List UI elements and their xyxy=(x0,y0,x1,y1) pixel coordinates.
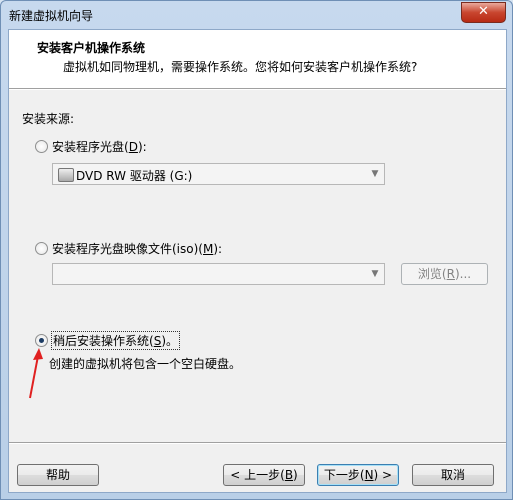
iso-image-label-pre: 安装程序光盘映像文件(iso)( xyxy=(52,242,203,256)
help-button[interactable]: 帮助 xyxy=(17,464,99,486)
annotation-arrow-shaft xyxy=(29,355,39,399)
installer-disc-label[interactable]: 安装程序光盘(D): xyxy=(52,138,147,155)
next-label-pre: 下一步( xyxy=(323,468,365,482)
page-subtitle: 虚拟机如同物理机，需要操作系统。您将如何安装客户机操作系统? xyxy=(63,60,418,74)
wizard-header: 安装客户机操作系统 虚拟机如同物理机，需要操作系统。您将如何安装客户机操作系统? xyxy=(9,30,506,89)
install-later-label-post: )。 xyxy=(161,334,178,348)
wizard-client-area: 安装客户机操作系统 虚拟机如同物理机，需要操作系统。您将如何安装客户机操作系统?… xyxy=(8,29,507,493)
radio-iso-image[interactable] xyxy=(35,242,48,255)
browse-label-pre: 浏览( xyxy=(417,267,447,281)
chevron-down-icon[interactable]: ▼ xyxy=(366,264,384,284)
page-title: 安装客户机操作系统 xyxy=(37,41,146,55)
radio-install-later[interactable] xyxy=(35,334,48,347)
dvd-drive-icon xyxy=(58,168,74,182)
back-label-pre: < 上一步( xyxy=(230,468,285,482)
iso-image-mnemonic: M xyxy=(202,242,214,256)
footer-separator-highlight xyxy=(9,443,506,444)
install-later-hint: 创建的虚拟机将包含一个空白硬盘。 xyxy=(49,357,242,371)
annotation-arrow-head xyxy=(33,348,43,360)
browse-mnemonic: R xyxy=(446,267,455,281)
installer-disc-label-post: ): xyxy=(137,140,147,154)
iso-image-label-post: ): xyxy=(213,242,223,256)
back-button[interactable]: < 上一步(B) xyxy=(223,464,305,486)
next-mnemonic: N xyxy=(364,468,374,482)
annotation-arrow-icon xyxy=(29,348,43,399)
radio-installer-disc[interactable] xyxy=(35,140,48,153)
close-icon: ✕ xyxy=(478,4,489,19)
title-bar[interactable]: 新建虚拟机向导 ✕ xyxy=(1,1,512,29)
install-later-label[interactable]: 稍后安装操作系统(S)。 xyxy=(51,331,180,350)
header-divider xyxy=(9,89,506,90)
window-title: 新建虚拟机向导 xyxy=(9,9,94,23)
browse-button[interactable]: 浏览(R)... xyxy=(401,263,488,285)
installer-disc-label-pre: 安装程序光盘( xyxy=(52,140,129,154)
install-later-label-pre: 稍后安装操作系统( xyxy=(53,334,154,348)
browse-label-post: )... xyxy=(454,267,472,281)
close-button[interactable]: ✕ xyxy=(461,2,506,23)
iso-image-label[interactable]: 安装程序光盘映像文件(iso)(M): xyxy=(52,240,222,257)
cancel-button[interactable]: 取消 xyxy=(412,464,494,486)
installer-disc-mnemonic: D xyxy=(128,140,138,154)
chevron-down-icon[interactable]: ▼ xyxy=(366,164,384,184)
next-button[interactable]: 下一步(N) > xyxy=(317,464,399,486)
back-label-post: ) xyxy=(293,468,298,482)
next-label-post: ) > xyxy=(373,468,393,482)
install-source-label: 安装来源: xyxy=(22,112,75,126)
disc-drive-value: DVD RW 驱动器 (G:) xyxy=(76,169,193,183)
disc-drive-select[interactable]: DVD RW 驱动器 (G:) ▼ xyxy=(52,163,385,185)
back-mnemonic: B xyxy=(284,468,294,482)
wizard-window: 新建虚拟机向导 ✕ 安装客户机操作系统 虚拟机如同物理机，需要操作系统。您将如何… xyxy=(0,0,513,500)
iso-path-input[interactable]: ▼ xyxy=(52,263,385,285)
